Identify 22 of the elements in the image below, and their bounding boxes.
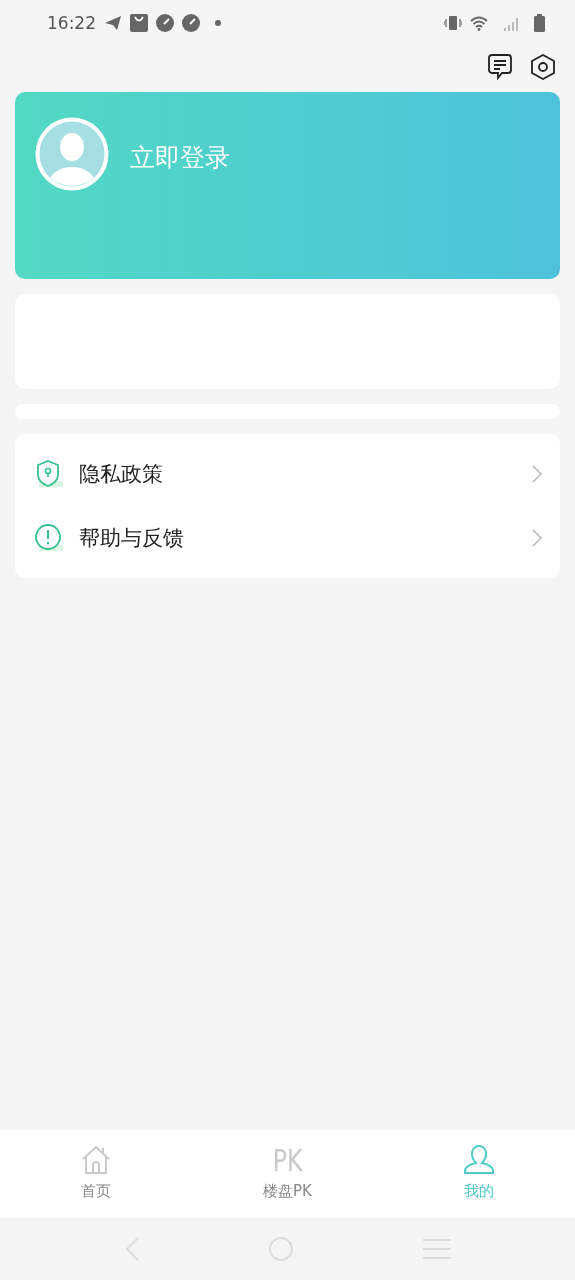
- signal-icon: [504, 15, 520, 31]
- battery-icon: [534, 14, 545, 32]
- alert-icon: [35, 523, 63, 553]
- message-icon[interactable]: [488, 54, 512, 80]
- gauge-icon: [156, 14, 174, 32]
- menu-item[interactable]: 隐私政策: [79, 460, 516, 488]
- chevron-icon: [532, 529, 542, 547]
- vibrate-icon: [444, 16, 462, 30]
- wifi-icon: [470, 15, 488, 31]
- menu-item[interactable]: 帮助与反馈: [79, 524, 516, 552]
- tab[interactable]: 我的: [383, 1130, 575, 1218]
- user-icon: [463, 1144, 496, 1176]
- tab[interactable]: 首页: [0, 1130, 192, 1218]
- avatar-icon[interactable]: [35, 117, 109, 191]
- dot-icon: [214, 19, 222, 27]
- send-icon: [104, 15, 122, 31]
- settings-icon[interactable]: [530, 54, 556, 80]
- gauge-icon: [182, 14, 200, 32]
- status-time: 16:22: [47, 13, 96, 33]
- shield-icon: [35, 459, 63, 489]
- bag-icon: [130, 14, 148, 32]
- chevron-icon: [532, 465, 542, 483]
